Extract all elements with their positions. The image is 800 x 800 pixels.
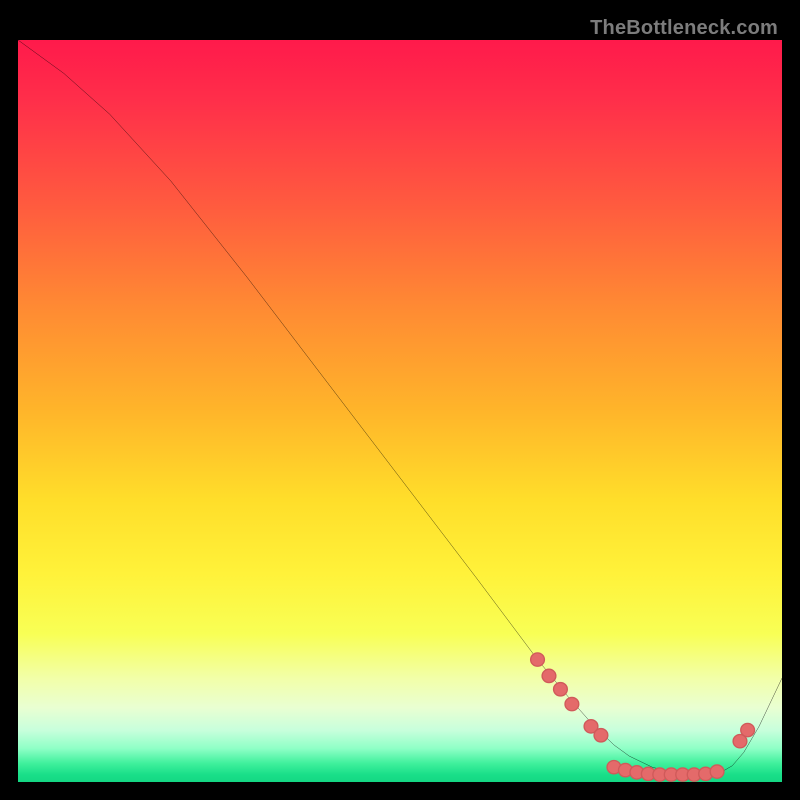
curve-marker xyxy=(542,669,556,682)
curve-marker xyxy=(565,697,579,710)
curve-marker xyxy=(741,723,755,736)
curve-marker xyxy=(531,653,545,666)
curve-marker xyxy=(710,765,724,778)
chart-svg xyxy=(18,40,782,782)
chart-frame: TheBottleneck.com xyxy=(18,18,782,782)
watermark-text: TheBottleneck.com xyxy=(590,17,778,40)
curve-markers xyxy=(531,653,755,781)
plot-area xyxy=(18,40,782,782)
curve-marker xyxy=(594,729,608,742)
curve-line xyxy=(18,40,782,776)
curve-marker xyxy=(554,683,568,696)
